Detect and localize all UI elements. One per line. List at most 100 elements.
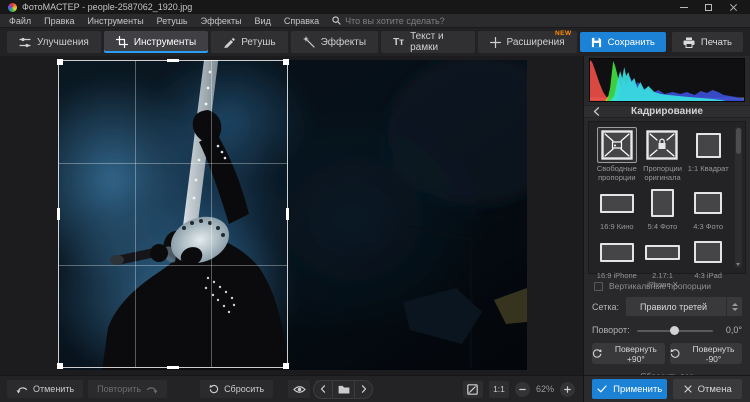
tile-16-9-iphone[interactable]: 16:9 iPhone bbox=[594, 234, 640, 289]
landscape-ratio-icon bbox=[694, 192, 723, 214]
menu-effects[interactable]: Эффекты bbox=[201, 16, 242, 26]
crop-selection[interactable] bbox=[57, 59, 289, 369]
tab-bar: Улучшения Инструменты Ретушь Эффекты Tт … bbox=[0, 28, 750, 56]
search-placeholder: Что вы хотите сделать? bbox=[345, 15, 445, 26]
menu-view[interactable]: Вид bbox=[255, 16, 271, 26]
undo-arrow-icon bbox=[16, 386, 28, 393]
histogram bbox=[589, 58, 745, 102]
cancel-button[interactable]: Отмена bbox=[673, 379, 742, 399]
tiles-scrollbar[interactable] bbox=[735, 127, 742, 268]
grid-label: Сетка: bbox=[592, 301, 619, 312]
tile-1-1-square[interactable]: 1:1 Квадрат bbox=[685, 127, 731, 182]
preview-original-button[interactable] bbox=[288, 380, 311, 398]
sliders-icon bbox=[19, 37, 31, 48]
redo-arrow-icon bbox=[146, 386, 158, 393]
rotate-value: 0,0° bbox=[725, 325, 742, 335]
title-bar: ФотоМАСТЕР - people-2587062_1920.jpg bbox=[0, 0, 750, 14]
app-logo-icon bbox=[8, 2, 17, 12]
app-window: ФотоМАСТЕР - people-2587062_1920.jpg Фай… bbox=[0, 0, 750, 402]
crop-icon bbox=[115, 36, 128, 48]
back-chevron-icon[interactable] bbox=[593, 107, 600, 116]
minimize-icon[interactable] bbox=[680, 6, 688, 8]
apply-button[interactable]: Применить bbox=[592, 379, 668, 399]
tab-extensions[interactable]: NEW Расширения bbox=[477, 30, 577, 53]
wide-ratio-icon bbox=[599, 242, 634, 262]
rotate-label: Поворот: bbox=[592, 325, 630, 335]
magic-wand-icon bbox=[302, 36, 315, 48]
save-button[interactable]: Сохранить bbox=[579, 32, 666, 52]
wide-ratio-icon bbox=[599, 193, 634, 213]
crop-handle[interactable] bbox=[167, 366, 179, 369]
landscape-ratio-icon bbox=[694, 241, 723, 263]
reset-arrow-icon bbox=[209, 384, 219, 394]
close-x-icon bbox=[684, 385, 692, 393]
select-spinner-icon[interactable] bbox=[726, 297, 742, 316]
grid-type-value: Правило третей bbox=[639, 301, 708, 312]
right-panel: Кадрирование Свободные пропорции Пропорц… bbox=[583, 56, 750, 381]
redo-button[interactable]: Повторить bbox=[88, 380, 168, 398]
crop-handle[interactable] bbox=[286, 208, 289, 220]
prev-photo-icon[interactable] bbox=[314, 381, 332, 398]
search-box[interactable]: Что вы хотите сделать? bbox=[332, 16, 445, 26]
plus-icon bbox=[564, 385, 571, 393]
square-ratio-icon bbox=[695, 132, 721, 158]
crop-handle[interactable] bbox=[283, 363, 289, 369]
crop-handle[interactable] bbox=[57, 59, 63, 65]
tab-text-frames[interactable]: Tт Текст и рамки bbox=[381, 31, 475, 53]
crop-grid-line bbox=[210, 61, 212, 367]
pencil-icon bbox=[223, 36, 236, 48]
tile-16-9-cinema[interactable]: 16:9 Кино bbox=[594, 185, 640, 231]
original-proportions-lock-icon bbox=[646, 130, 679, 160]
reset-button[interactable]: Сбросить bbox=[200, 380, 274, 398]
panel-title: Кадрирование bbox=[631, 106, 703, 117]
tile-4-3-photo[interactable]: 4:3 Фото bbox=[685, 185, 731, 231]
crop-handle[interactable] bbox=[167, 59, 179, 62]
file-navigation bbox=[313, 379, 373, 399]
crop-handle[interactable] bbox=[57, 363, 63, 369]
tab-tools[interactable]: Инструменты bbox=[103, 31, 209, 53]
aspect-ratio-list: Свободные пропорции Пропорции оригинала … bbox=[588, 121, 746, 289]
tab-effects[interactable]: Эффекты bbox=[290, 31, 379, 53]
next-photo-icon[interactable] bbox=[354, 380, 372, 398]
tile-original-proportions[interactable]: Пропорции оригинала bbox=[640, 127, 686, 182]
grid-type-select[interactable]: Правило третей bbox=[625, 297, 742, 316]
rotate-cw-button[interactable]: Повернуть +90° bbox=[592, 343, 665, 364]
plus-icon bbox=[489, 36, 501, 48]
scrollbar-thumb[interactable] bbox=[736, 128, 741, 154]
tab-retouch[interactable]: Ретушь bbox=[211, 31, 288, 53]
zoom-in-button[interactable] bbox=[560, 381, 575, 397]
menu-help[interactable]: Справка bbox=[284, 16, 319, 26]
tile-iphone-x[interactable]: 2.17:1 iPhone X bbox=[640, 234, 686, 289]
menu-bar: Файл Правка Инструменты Ретушь Эффекты В… bbox=[0, 14, 750, 28]
menu-edit[interactable]: Правка bbox=[44, 16, 74, 26]
zoom-100-button[interactable]: 1:1 bbox=[488, 380, 509, 398]
print-button[interactable]: Печать bbox=[671, 32, 743, 52]
tile-free-proportions[interactable]: Свободные пропорции bbox=[594, 127, 640, 182]
rotate-cw-icon bbox=[592, 349, 602, 358]
free-proportions-icon bbox=[601, 130, 633, 160]
bottom-bar: Отменить Повторить Сбросить 1:1 62% Прим… bbox=[0, 375, 750, 402]
crop-grid-line bbox=[59, 162, 287, 164]
menu-retouch[interactable]: Ретушь bbox=[157, 16, 188, 26]
tab-enhancements[interactable]: Улучшения bbox=[7, 31, 101, 53]
slider-thumb[interactable] bbox=[670, 325, 680, 335]
folder-icon[interactable] bbox=[332, 380, 354, 398]
tile-5-4-photo[interactable]: 5:4 Фото bbox=[640, 185, 686, 231]
menu-file[interactable]: Файл bbox=[9, 16, 31, 26]
ultrawide-ratio-icon bbox=[644, 244, 680, 260]
tile-4-3-ipad[interactable]: 4:3 iPad bbox=[685, 234, 731, 289]
undo-button[interactable]: Отменить bbox=[7, 380, 84, 398]
scrollbar-down-arrow-icon[interactable] bbox=[736, 263, 740, 266]
zoom-out-button[interactable] bbox=[514, 381, 530, 397]
rotate-ccw-button[interactable]: Повернуть -90° bbox=[669, 343, 742, 364]
fit-to-screen-button[interactable] bbox=[462, 380, 483, 398]
rotate-slider[interactable] bbox=[636, 325, 713, 335]
close-icon[interactable] bbox=[729, 3, 738, 12]
crop-grid-line bbox=[59, 264, 287, 266]
crop-handle[interactable] bbox=[283, 59, 289, 65]
crop-handle[interactable] bbox=[57, 208, 60, 220]
save-icon bbox=[591, 37, 601, 47]
text-icon: Tт bbox=[393, 36, 405, 48]
maximize-icon[interactable] bbox=[705, 3, 712, 11]
menu-tools[interactable]: Инструменты bbox=[88, 16, 144, 26]
